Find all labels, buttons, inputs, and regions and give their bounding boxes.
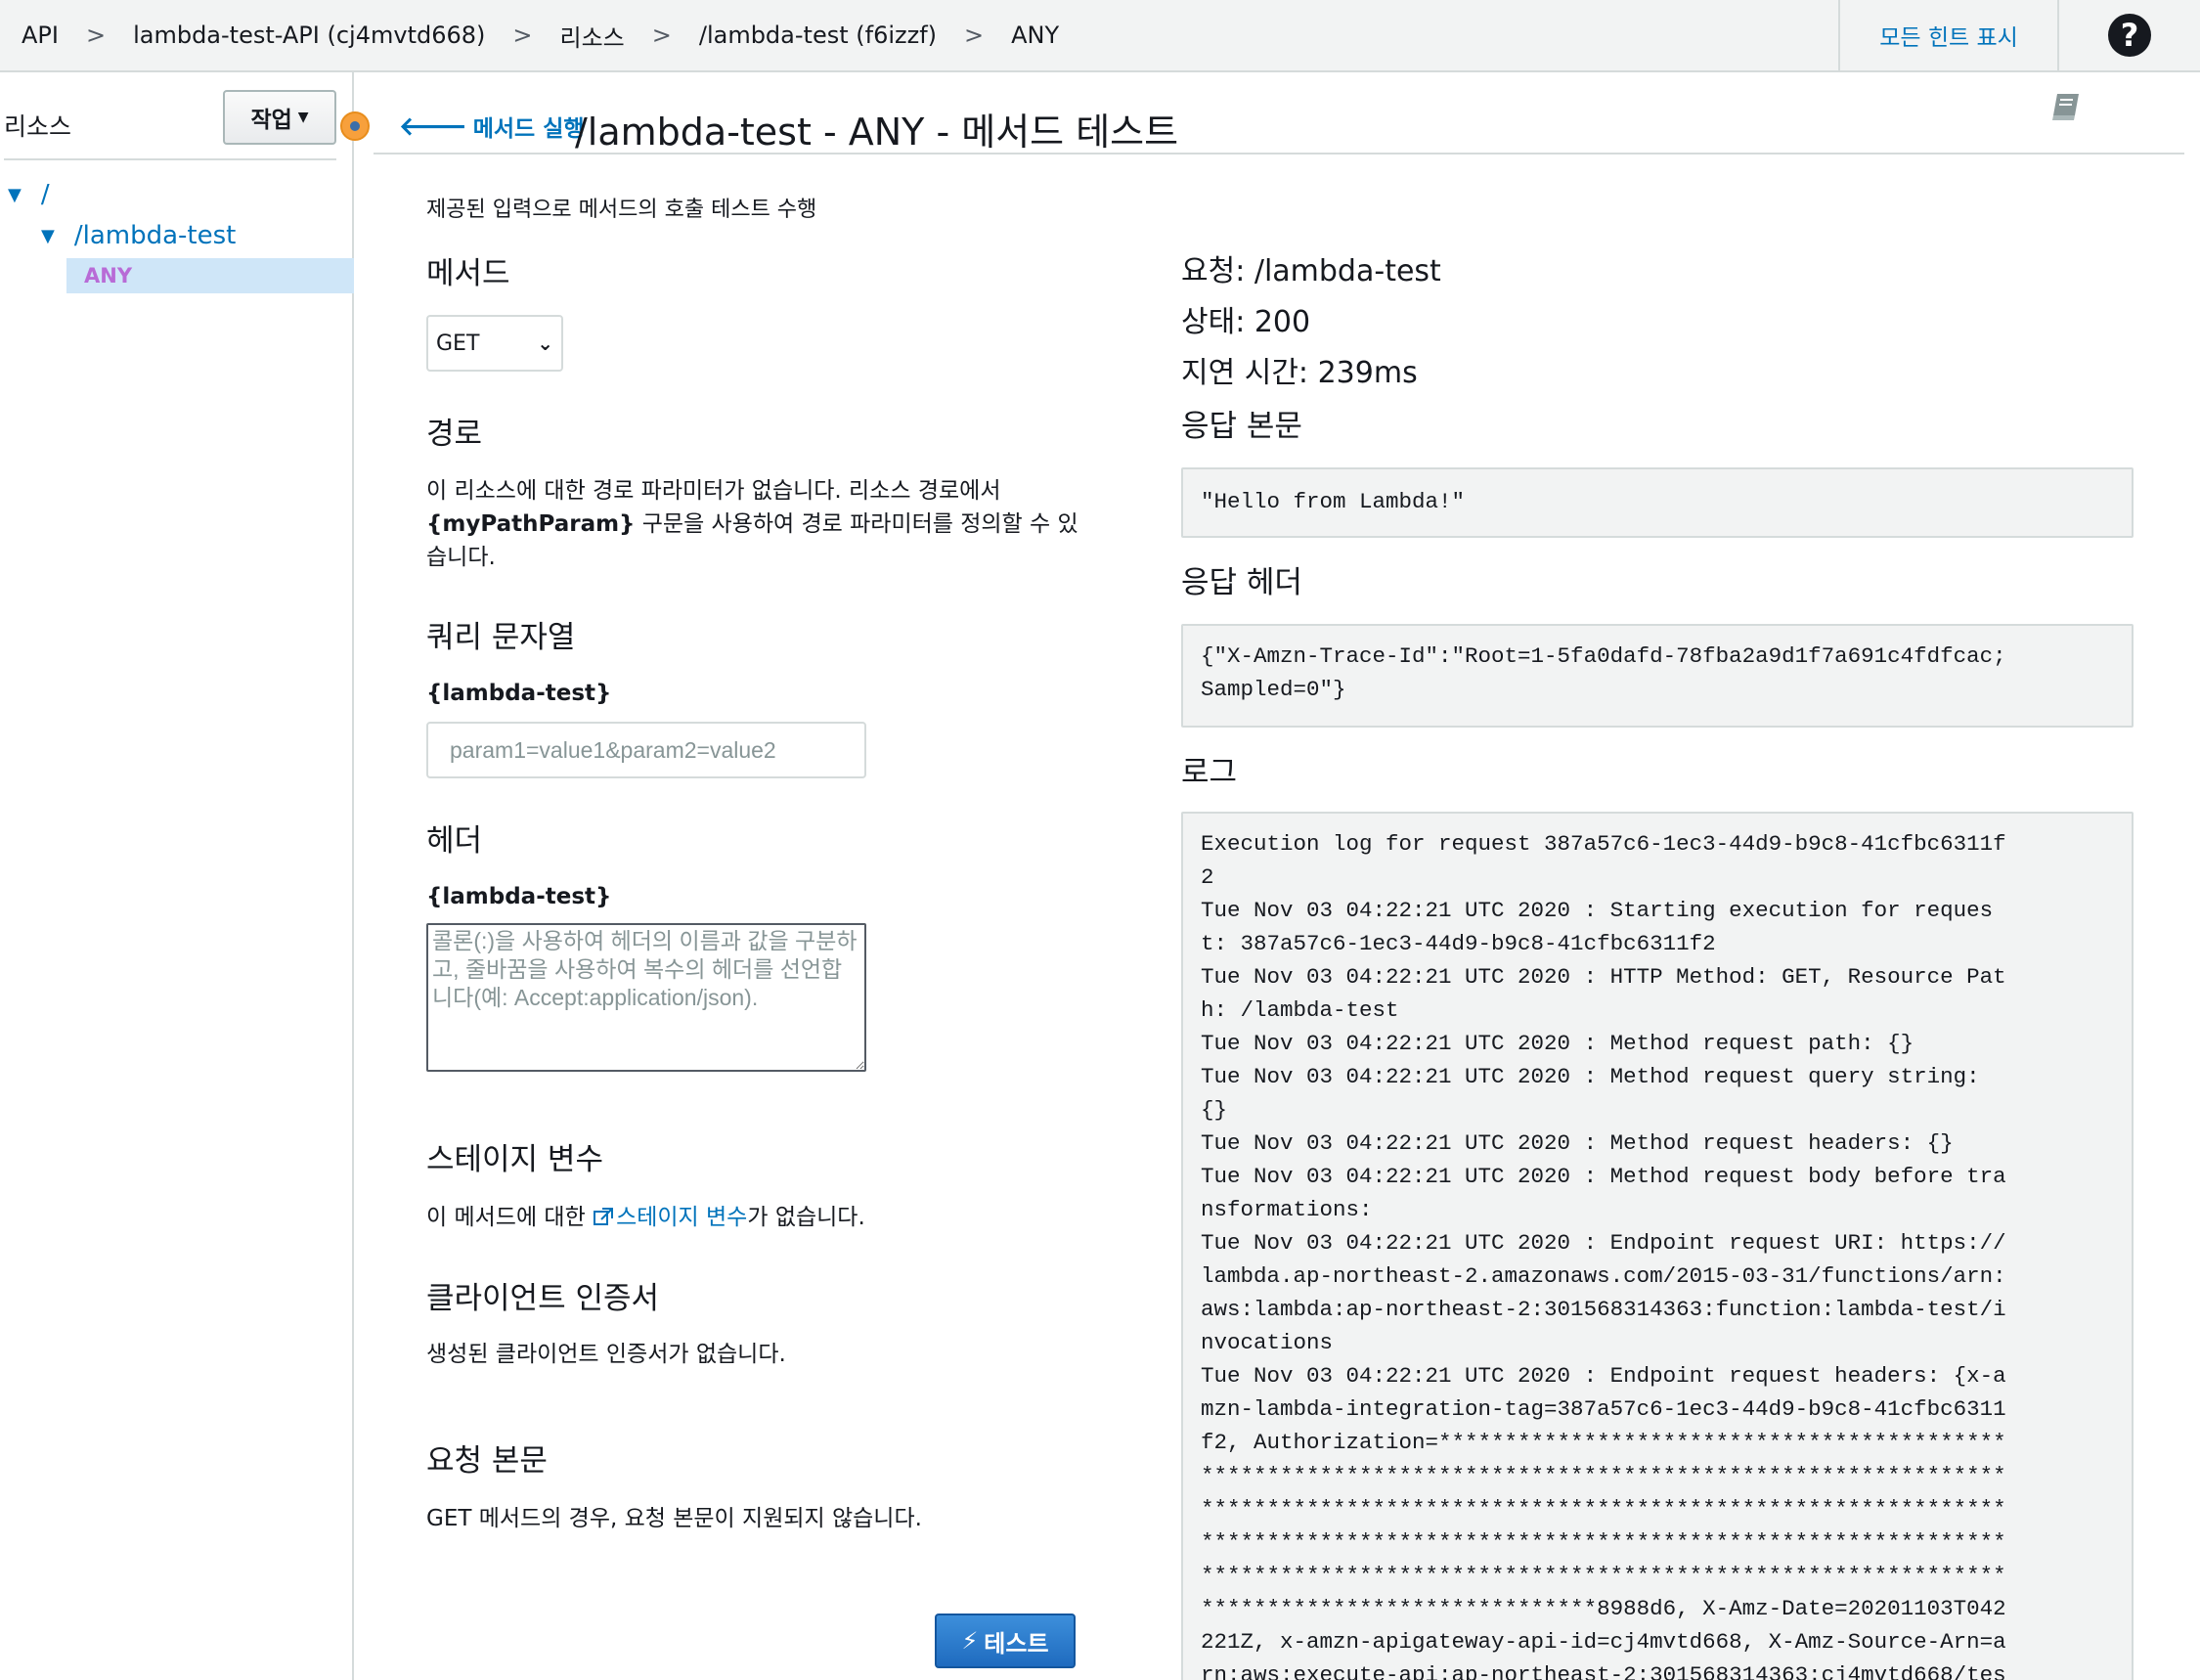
test-button-label: 테스트: [984, 1629, 1049, 1658]
path-heading: 경로: [426, 417, 483, 452]
header-divider: [374, 153, 2184, 155]
chevron-right-icon: >: [651, 22, 672, 49]
logs-heading: 로그: [1181, 755, 1238, 790]
query-string-label: {lambda-test}: [426, 681, 612, 706]
show-all-hints-button[interactable]: 모든 힌트 표시: [1838, 0, 2057, 70]
path-description: 이 리소스에 대한 경로 파라미터가 없습니다. 리소스 경로에서 {myPat…: [426, 474, 1078, 574]
path-description-line-1: 이 리소스에 대한 경로 파라미터가 없습니다. 리소스 경로에서: [426, 478, 1001, 504]
lightning-icon: ⚡: [961, 1627, 979, 1655]
breadcrumb: API > lambda-test-API (cj4mvtd668) > 리소스…: [22, 0, 1059, 70]
breadcrumb-resource[interactable]: /lambda-test (f6izzf): [699, 22, 937, 49]
triangle-down-icon[interactable]: ▼: [41, 226, 55, 246]
response-headers-box: {"X-Amzn-Trace-Id":"Root=1-5fa0dafd-78fb…: [1181, 624, 2134, 728]
stage-variables-heading: 스테이지 변수: [426, 1142, 603, 1177]
query-string-input[interactable]: [426, 722, 866, 778]
chevron-down-icon: ⌄: [537, 332, 553, 355]
page-title: /lambda-test - ANY - 메서드 테스트: [575, 111, 1179, 154]
arrow-left-icon: 🡐: [399, 111, 467, 142]
path-description-line-3: 습니다.: [426, 545, 496, 570]
actions-label: 작업: [250, 108, 292, 133]
tree-item-lambda-test-label: /lambda-test: [73, 221, 237, 250]
client-certificate-heading: 클라이언트 인증서: [426, 1281, 660, 1316]
actions-button[interactable]: 작업 ▼: [223, 90, 336, 145]
triangle-down-icon[interactable]: ▼: [8, 185, 22, 205]
test-button[interactable]: ⚡ 테스트: [935, 1614, 1076, 1668]
path-description-line-2: {myPathParam} 구문을 사용하여 경로 파라미터를 정의할 수 있: [426, 508, 1078, 541]
help-icon: ?: [2108, 14, 2151, 57]
result-latency: 지연 시간: 239ms: [1181, 356, 1418, 390]
method-select[interactable]: GET ⌄: [426, 315, 563, 372]
book-icon[interactable]: [2049, 90, 2083, 123]
headers-label: {lambda-test}: [426, 884, 612, 909]
chevron-right-icon: >: [85, 22, 107, 49]
sidebar-divider: [4, 158, 336, 160]
path-description-line-2-rest: 구문을 사용하여 경로 파라미터를 정의할 수 있: [635, 511, 1078, 537]
response-body-box: "Hello from Lambda!": [1181, 467, 2134, 538]
back-label: 메서드 실행: [472, 116, 585, 142]
breadcrumb-api-name[interactable]: lambda-test-API (cj4mvtd668): [133, 22, 485, 49]
caret-down-icon: ▼: [297, 110, 309, 125]
back-to-method-execution-link[interactable]: 🡐 메서드 실행: [399, 110, 585, 143]
tree-item-any-method[interactable]: ANY: [66, 258, 354, 293]
breadcrumb-method: ANY: [1011, 22, 1060, 49]
handle-dot: [350, 121, 360, 131]
top-bar: API > lambda-test-API (cj4mvtd668) > 리소스…: [0, 0, 2200, 72]
intro-text: 제공된 입력으로 메서드의 호출 테스트 수행: [426, 198, 817, 222]
help-button[interactable]: ?: [2057, 0, 2200, 70]
method-heading: 메서드: [426, 256, 510, 291]
chevron-right-icon: >: [512, 22, 533, 49]
logs-box[interactable]: Execution log for request 387a57c6-1ec3-…: [1181, 812, 2134, 1680]
response-headers-heading: 응답 헤더: [1181, 565, 1302, 600]
external-link-icon: [594, 1208, 614, 1225]
headers-textarea[interactable]: [426, 923, 866, 1072]
tree-item-lambda-test[interactable]: ▼ /lambda-test: [41, 221, 236, 250]
breadcrumb-api[interactable]: API: [22, 22, 59, 49]
resources-sidebar: 리소스 작업 ▼ ▼ / ▼ /lambda-test ANY: [0, 72, 354, 1680]
chevron-right-icon: >: [964, 22, 985, 49]
query-string-heading: 쿼리 문자열: [426, 620, 576, 655]
stage-variables-link-label: 스테이지 변수: [616, 1205, 748, 1230]
stage-text-before: 이 메서드에 대한: [426, 1205, 594, 1230]
stage-variables-text: 이 메서드에 대한 스테이지 변수가 없습니다.: [426, 1201, 865, 1234]
tree-item-root[interactable]: ▼ /: [8, 180, 50, 209]
request-body-text: GET 메서드의 경우, 요청 본문이 지원되지 않습니다.: [426, 1506, 922, 1531]
result-request: 요청: /lambda-test: [1181, 254, 1441, 288]
request-body-heading: 요청 본문: [426, 1443, 548, 1479]
breadcrumb-resources[interactable]: 리소스: [560, 19, 625, 53]
sidebar-title: 리소스: [4, 112, 72, 141]
path-param-syntax: {myPathParam}: [426, 511, 636, 537]
client-certificate-text: 생성된 클라이언트 인증서가 없습니다.: [426, 1342, 786, 1367]
tree-item-root-label: /: [40, 180, 50, 209]
stage-text-after: 가 없습니다.: [747, 1205, 865, 1230]
result-status: 상태: 200: [1181, 305, 1311, 339]
method-select-value: GET: [436, 331, 480, 356]
stage-variables-link[interactable]: 스테이지 변수: [593, 1205, 747, 1230]
sidebar-resize-handle[interactable]: [340, 111, 370, 141]
response-body-heading: 응답 본문: [1181, 409, 1302, 444]
headers-heading: 헤더: [426, 823, 483, 859]
